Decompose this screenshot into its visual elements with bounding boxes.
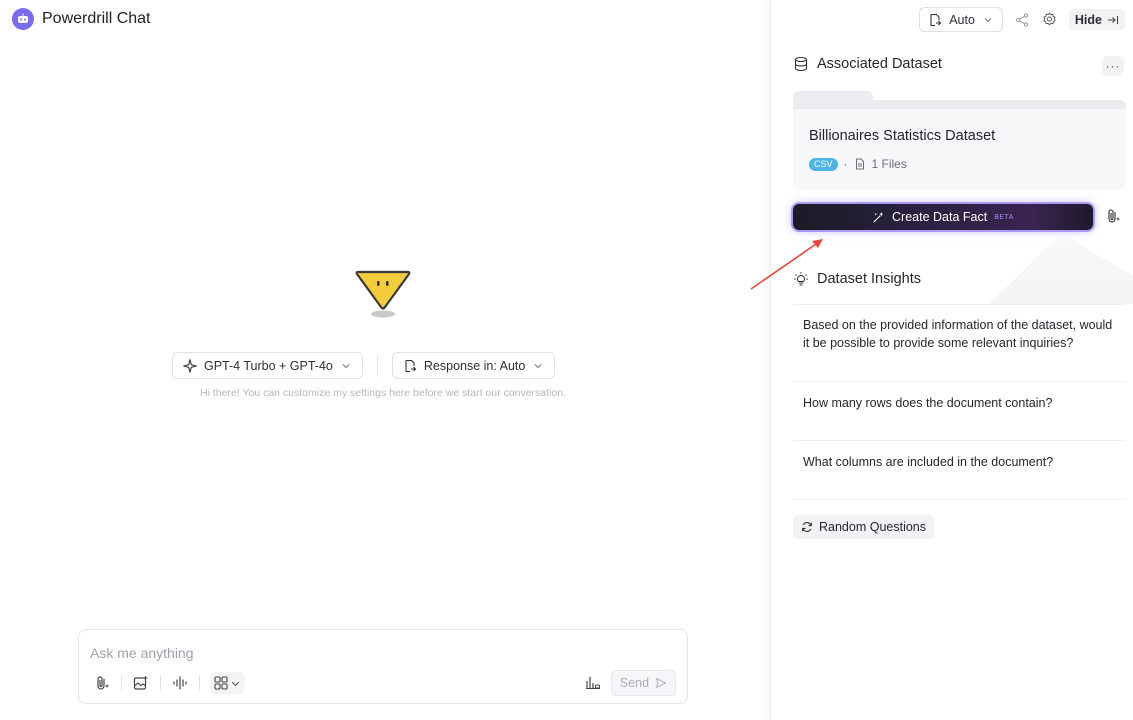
chat-main: Powerdrill Chat GPT-4 Turbo + GPT-4o Res… bbox=[0, 0, 770, 720]
chevron-down-icon bbox=[984, 17, 992, 22]
suggested-question[interactable]: What columns are included in the documen… bbox=[793, 453, 1126, 471]
meta-separator: · bbox=[843, 157, 848, 171]
plugins-menu-button[interactable] bbox=[210, 672, 245, 694]
hide-panel-button[interactable]: Hide bbox=[1068, 9, 1125, 30]
associated-dataset-header: Associated Dataset bbox=[793, 56, 942, 72]
divider bbox=[793, 381, 1126, 382]
divider bbox=[793, 304, 1126, 305]
chat-composer: Send bbox=[78, 629, 688, 704]
dataset-meta: CSV · 1 Files bbox=[809, 157, 907, 171]
collapse-right-icon bbox=[1108, 15, 1119, 24]
response-selector-label: Response in: Auto bbox=[423, 358, 526, 373]
chat-settings: GPT-4 Turbo + GPT-4o Response in: Auto bbox=[172, 352, 556, 379]
mode-selector[interactable]: Auto bbox=[919, 7, 1003, 32]
chevron-down-icon bbox=[231, 681, 240, 686]
random-questions-label: Random Questions bbox=[819, 520, 927, 534]
dataset-insights-title: Dataset Insights bbox=[817, 271, 921, 287]
create-data-fact-button[interactable]: Create Data Fact BETA bbox=[793, 204, 1093, 230]
random-questions-button[interactable]: Random Questions bbox=[793, 515, 935, 539]
upload-image-icon[interactable] bbox=[132, 674, 150, 692]
divider bbox=[199, 675, 200, 691]
dataset-card[interactable]: Billionaires Statistics Dataset CSV · 1 … bbox=[793, 91, 1126, 190]
send-label: Send bbox=[619, 676, 650, 690]
voice-input-icon[interactable] bbox=[171, 674, 189, 692]
dataset-card-body bbox=[793, 109, 1126, 190]
chevron-down-icon bbox=[342, 363, 350, 368]
send-button[interactable]: Send bbox=[611, 670, 676, 696]
share-icon[interactable] bbox=[1013, 11, 1031, 29]
document-reply-icon bbox=[405, 359, 417, 372]
dataset-name: Billionaires Statistics Dataset bbox=[809, 128, 996, 144]
mascot-icon bbox=[355, 270, 411, 318]
model-selector-label: GPT-4 Turbo + GPT-4o bbox=[204, 358, 333, 373]
model-selector[interactable]: GPT-4 Turbo + GPT-4o bbox=[172, 352, 363, 379]
divider bbox=[121, 675, 122, 691]
associated-dataset-title: Associated Dataset bbox=[817, 56, 942, 72]
chevron-down-icon bbox=[534, 363, 542, 368]
composer-toolbar bbox=[93, 672, 245, 694]
file-count: 1 Files bbox=[871, 157, 907, 171]
file-icon bbox=[855, 158, 864, 170]
divider bbox=[793, 499, 1126, 500]
mode-selector-label: Auto bbox=[949, 12, 975, 27]
dataset-panel: Auto Hide Associated Dataset ··· Billion… bbox=[770, 0, 1133, 720]
document-reply-icon bbox=[930, 13, 942, 26]
panel-toolbar: Auto Hide bbox=[919, 7, 1125, 32]
divider bbox=[376, 354, 378, 377]
settings-hint: Hi there! You can customize my settings … bbox=[200, 387, 566, 399]
message-input[interactable] bbox=[90, 644, 570, 662]
bot-logo-icon bbox=[12, 8, 34, 30]
divider bbox=[793, 440, 1126, 441]
attach-file-icon[interactable] bbox=[1106, 208, 1124, 226]
gear-icon[interactable] bbox=[1041, 11, 1059, 29]
send-icon bbox=[656, 677, 667, 689]
beta-tag: BETA bbox=[994, 213, 1014, 221]
response-language-selector[interactable]: Response in: Auto bbox=[391, 352, 556, 379]
more-options-button[interactable]: ··· bbox=[1102, 56, 1124, 76]
decorative-background bbox=[989, 234, 1133, 304]
csv-badge: CSV bbox=[809, 157, 838, 171]
suggested-question[interactable]: How many rows does the document contain? bbox=[793, 394, 1126, 412]
sparkle-icon bbox=[183, 358, 197, 373]
app-root: Powerdrill Chat GPT-4 Turbo + GPT-4o Res… bbox=[0, 0, 1133, 720]
attach-file-icon[interactable] bbox=[93, 674, 111, 692]
grid-icon bbox=[214, 676, 228, 690]
app-brand: Powerdrill Chat bbox=[12, 8, 150, 30]
refresh-icon bbox=[802, 522, 812, 532]
database-icon bbox=[794, 56, 808, 72]
hide-label: Hide bbox=[1074, 12, 1102, 27]
divider bbox=[160, 675, 161, 691]
suggested-question[interactable]: Based on the provided information of the… bbox=[793, 316, 1126, 352]
chart-icon[interactable] bbox=[585, 674, 603, 692]
magic-wand-icon bbox=[873, 211, 884, 223]
annotation-arrow-icon bbox=[750, 239, 823, 290]
create-data-fact-label: Create Data Fact bbox=[892, 210, 988, 224]
app-title: Powerdrill Chat bbox=[42, 10, 151, 27]
